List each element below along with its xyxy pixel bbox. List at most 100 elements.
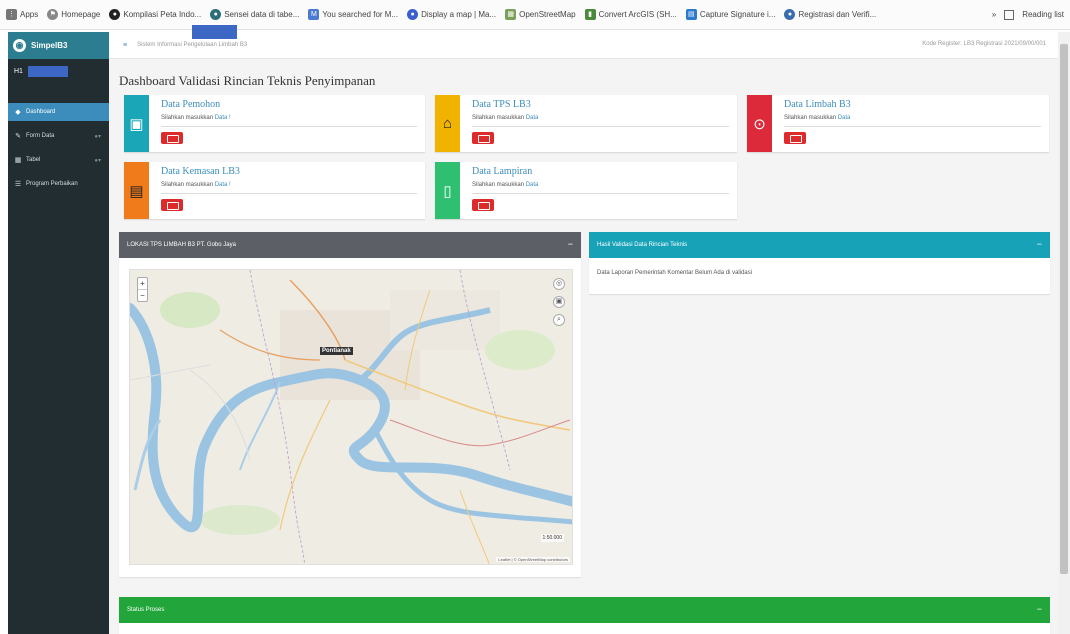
- archive-icon: ▤: [124, 162, 149, 219]
- zoom-out-button[interactable]: −: [138, 289, 147, 301]
- divider: [161, 126, 417, 127]
- open-button[interactable]: [784, 132, 806, 144]
- collapse-icon[interactable]: −: [568, 239, 573, 249]
- sidebar: ◉ SimpelB3 H1 ◆ Dashboard ✎ Form Data ●▾…: [8, 32, 109, 634]
- user-panel: H1: [8, 59, 109, 83]
- logo-icon: ◉: [13, 39, 26, 52]
- map-view[interactable]: + − ◎ ▣ ⌕ Pontianak 1:50.000 Leaflet | ©…: [129, 269, 573, 565]
- search-icon[interactable]: ⌕: [553, 314, 565, 326]
- globe-icon: ●: [210, 9, 222, 20]
- bookmark-kompilasi[interactable]: ● Kompilasi Peta Indo...: [109, 9, 201, 20]
- data-link[interactable]: Data !: [215, 182, 231, 188]
- reading-list-icon: [1004, 9, 1015, 20]
- city-label: Pontianak: [320, 347, 353, 355]
- bookmark-sensei[interactable]: ● Sensei data di tabe...: [210, 9, 299, 20]
- validation-panel-body: Data Laporan Pemerintah Komentar Belum A…: [597, 270, 753, 276]
- dashboard-icon: ◆: [15, 109, 21, 116]
- binoculars-icon: ⊙: [747, 95, 772, 152]
- pin-icon: ▮: [584, 9, 596, 20]
- info-sub: Silahkan masukkan Data: [472, 182, 539, 188]
- sidebar-item-dashboard[interactable]: ◆ Dashboard: [8, 103, 109, 121]
- zoom-in-button[interactable]: +: [138, 278, 147, 289]
- layers-icon[interactable]: ◎: [553, 278, 565, 290]
- bookmark-registrasi[interactable]: ● Registrasi dan Verifi...: [784, 9, 876, 20]
- info-title[interactable]: Data TPS LB3: [472, 99, 531, 110]
- sidebar-item-form-data[interactable]: ✎ Form Data ●▾: [8, 127, 109, 145]
- info-box-pemohon: ▣ Data Pemohon Silahkan masukkan Data !: [124, 95, 425, 152]
- status-panel: Status Proses −: [119, 597, 1050, 634]
- sidebar-item-tabel[interactable]: ▦ Tabel ●▾: [8, 151, 109, 169]
- reading-list-link[interactable]: Reading list: [1022, 10, 1064, 19]
- open-button[interactable]: [472, 132, 494, 144]
- collapse-icon[interactable]: −: [1037, 604, 1042, 614]
- chevron-right-icon[interactable]: »: [992, 10, 996, 19]
- info-title[interactable]: Data Kemasan LB3: [161, 166, 240, 177]
- globe-icon: ●: [109, 9, 121, 20]
- edit-icon: ✎: [15, 133, 21, 140]
- divider: [472, 193, 729, 194]
- info-sub: Silahkan masukkan Data: [472, 115, 539, 121]
- map-scale: 1:50.000: [540, 534, 564, 542]
- data-link[interactable]: Data: [526, 115, 539, 121]
- divider: [784, 126, 1041, 127]
- divider: [472, 126, 729, 127]
- user-name: H1: [14, 67, 23, 75]
- bookmark-osm[interactable]: ▦ OpenStreetMap: [505, 9, 576, 20]
- fullscreen-icon[interactable]: ▣: [553, 296, 565, 308]
- redacted-username: [27, 65, 68, 77]
- page-title: Dashboard Validasi Rincian Teknis Penyim…: [119, 73, 376, 88]
- info-sub: Silahkan masukkan Data !: [161, 182, 231, 188]
- info-title[interactable]: Data Pemohon: [161, 99, 220, 110]
- info-sub: Silahkan masukkan Data: [784, 115, 851, 121]
- validation-panel: Hasil Validasi Data Rincian Teknis − Dat…: [589, 232, 1050, 294]
- globe-icon: ●: [784, 9, 796, 20]
- info-title[interactable]: Data Limbah B3: [784, 99, 851, 110]
- map-attribution[interactable]: Leaflet | © OpenStreetMap contributors: [496, 557, 570, 562]
- list-icon: ☰: [14, 181, 22, 188]
- map-canvas: [130, 270, 572, 564]
- home-icon: ⌂: [435, 95, 460, 152]
- status-panel-title: Status Proses: [127, 607, 165, 613]
- breadcrumb: Sistem Informasi Pengelolaan Limbah B3: [137, 42, 248, 48]
- user-card-icon: ▣: [124, 95, 149, 152]
- bookmarks-bar: ⋮ Apps ⚑ Homepage ● Kompilasi Peta Indo... …: [0, 0, 1070, 30]
- open-button[interactable]: [161, 132, 183, 144]
- open-button[interactable]: [161, 199, 183, 211]
- data-link[interactable]: Data: [526, 182, 539, 188]
- status-panel-header: Status Proses −: [119, 597, 1050, 623]
- hamburger-icon[interactable]: ≡: [123, 42, 127, 49]
- scrollbar-thumb[interactable]: [1060, 44, 1068, 574]
- table-icon: ▦: [14, 157, 22, 164]
- file-icon: ▯: [435, 162, 460, 219]
- page-scrollbar[interactable]: [1058, 32, 1070, 634]
- redacted-block: [192, 25, 237, 39]
- register-code: Kode Register: LB3 Registrasi 2021/09/00…: [922, 41, 1046, 47]
- collapse-icon[interactable]: −: [1037, 239, 1042, 249]
- map-icon: ●: [407, 9, 419, 20]
- info-box-kemasan: ▤ Data Kemasan LB3 Silahkan masukkan Dat…: [124, 162, 425, 219]
- bookmark-apps[interactable]: ⋮ Apps: [6, 9, 38, 20]
- open-button[interactable]: [472, 199, 494, 211]
- bookmark-homepage[interactable]: ⚑ Homepage: [47, 9, 100, 20]
- flag-icon: ⚑: [47, 9, 59, 20]
- sidebar-item-program-perbaikan[interactable]: ☰ Program Perbaikan: [8, 175, 109, 193]
- bookmark-capture[interactable]: ▤ Capture Signature i...: [685, 9, 775, 20]
- top-navbar: ≡ Sistem Informasi Pengelolaan Limbah B3…: [109, 25, 1058, 59]
- sidebar-menu: ◆ Dashboard ✎ Form Data ●▾ ▦ Tabel ●▾ ☰ …: [8, 103, 109, 193]
- bookmark-convert[interactable]: ▮ Convert ArcGIS (SH...: [584, 9, 677, 20]
- info-title[interactable]: Data Lampiran: [472, 166, 532, 177]
- bookmark-display-map[interactable]: ● Display a map | Ma...: [407, 9, 496, 20]
- search-icon: M: [308, 9, 320, 20]
- info-sub: Silahkan masukkan Data !: [161, 115, 231, 121]
- validation-panel-title: Hasil Validasi Data Rincian Teknis: [597, 242, 688, 248]
- brand-name: SimpelB3: [31, 41, 68, 50]
- expand-badge: ●▾: [94, 133, 101, 140]
- info-box-lampiran: ▯ Data Lampiran Silahkan masukkan Data: [435, 162, 737, 219]
- data-link[interactable]: Data: [838, 115, 851, 121]
- map-panel-title: LOKASI TPS LIMBAH B3 PT. Gobo Jaya: [127, 242, 236, 248]
- brand[interactable]: ◉ SimpelB3: [8, 32, 109, 59]
- bookmark-searched[interactable]: M You searched for M...: [308, 9, 398, 20]
- apps-grid-icon: ⋮: [6, 9, 17, 20]
- data-link[interactable]: Data !: [215, 115, 231, 121]
- divider: [161, 193, 417, 194]
